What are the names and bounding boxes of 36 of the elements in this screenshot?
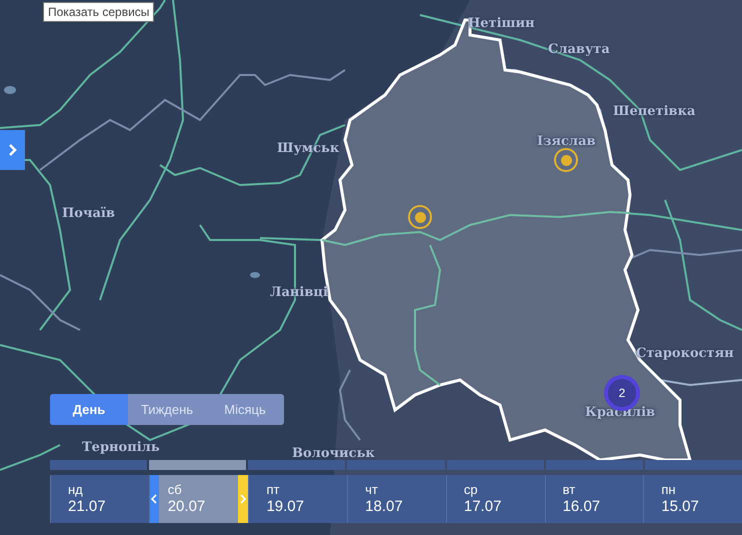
chevron-right-icon: [240, 494, 246, 504]
date-label: 21.07: [68, 498, 106, 516]
date-label: 16.07: [562, 498, 600, 516]
date-label: 15.07: [661, 498, 699, 516]
tooltip: Показать сервисы: [43, 2, 154, 22]
location-marker[interactable]: [408, 205, 432, 229]
day-cell[interactable]: пн 15.07: [643, 475, 742, 523]
date-label: 17.07: [464, 498, 502, 516]
day-cell[interactable]: нд 21.07: [50, 475, 149, 523]
date-label: 20.07: [168, 498, 206, 516]
weekday-label: пн: [661, 482, 676, 498]
chevron-left-icon: [151, 494, 158, 504]
city-label: Ізяслав: [537, 134, 596, 150]
city-label: Старокостян: [636, 346, 734, 362]
city-label: Волочиськ: [292, 446, 375, 462]
weekday-label: сб: [168, 482, 182, 498]
day-cell[interactable]: пт 19.07: [248, 475, 348, 523]
weekday-label: нд: [68, 482, 83, 498]
date-label: 18.07: [365, 498, 403, 516]
weekday-label: пт: [266, 482, 280, 498]
range-end-handle[interactable]: [238, 475, 248, 523]
date-label: 19.07: [266, 498, 304, 516]
expand-panel-button[interactable]: [0, 130, 25, 170]
weekday-label: чт: [365, 482, 378, 498]
city-label: Тернопіль: [82, 440, 160, 456]
period-tab[interactable]: День: [50, 394, 128, 425]
day-cell[interactable]: ср 17.07: [446, 475, 545, 523]
range-start-handle[interactable]: [150, 475, 159, 523]
location-marker[interactable]: [554, 148, 578, 172]
chevron-right-icon: [8, 143, 18, 157]
weekday-label: ср: [464, 482, 478, 498]
weekday-label: вт: [562, 482, 576, 498]
day-cell[interactable]: чт 18.07: [347, 475, 446, 523]
day-cell[interactable]: вт 16.07: [544, 475, 644, 523]
city-label: Славута: [548, 42, 610, 58]
city-label: Почаїв: [62, 206, 115, 222]
